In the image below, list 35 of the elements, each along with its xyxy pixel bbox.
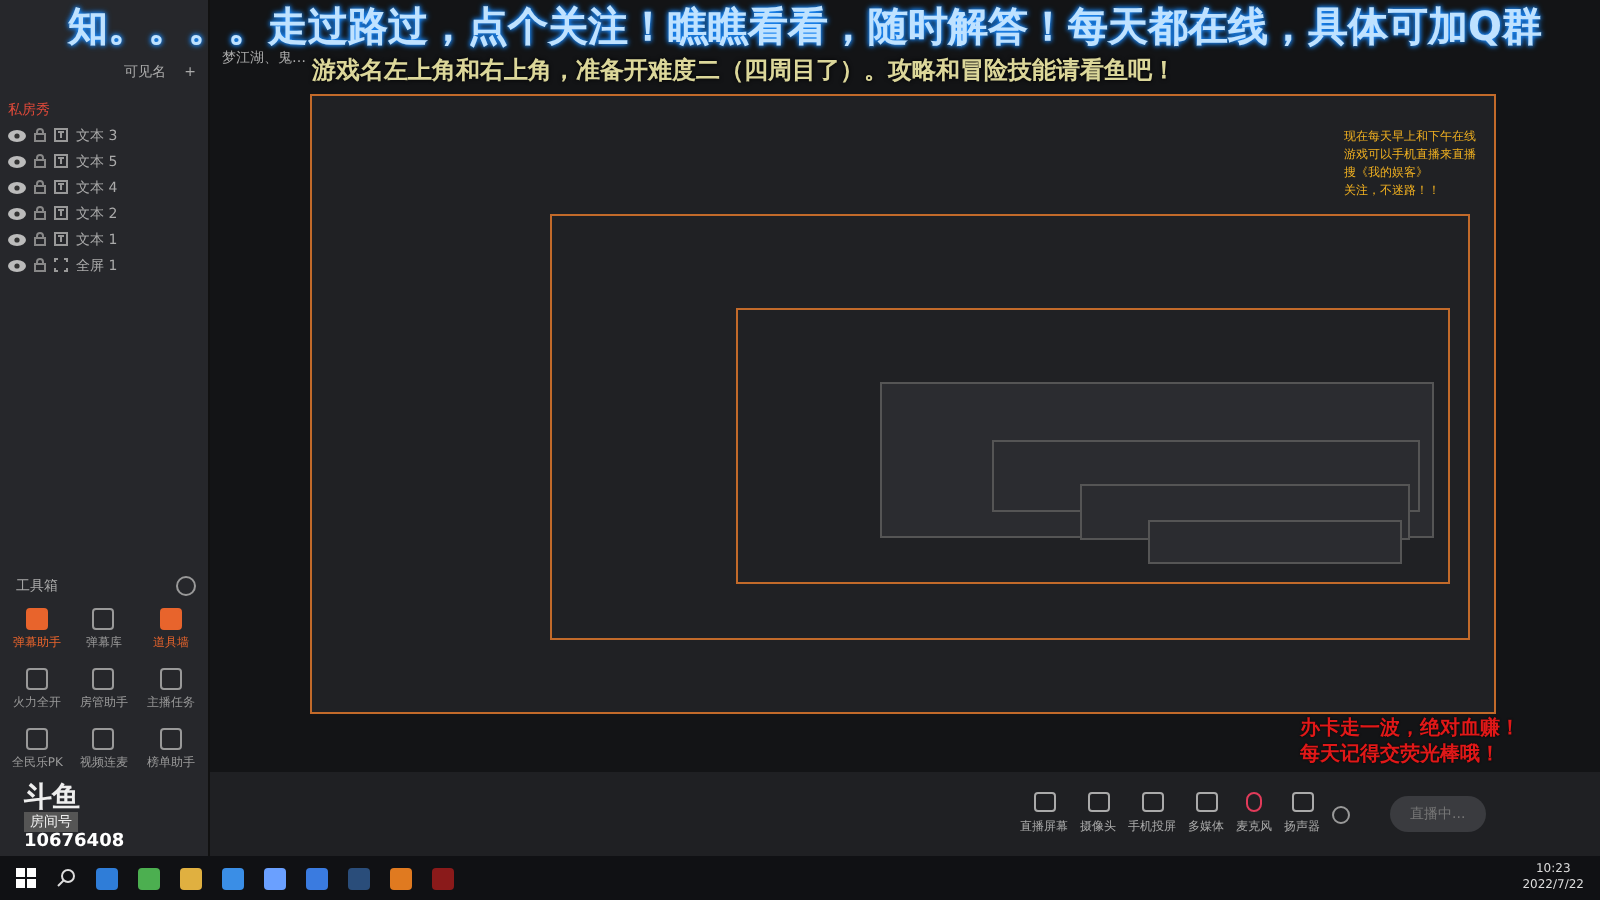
- windows-icon[interactable]: [16, 868, 36, 888]
- logo-text: 斗鱼: [24, 784, 80, 812]
- text-icon: [54, 232, 68, 246]
- banner-text: 游戏名左上角和右上角，准备开难度二（四周目了）。攻略和冒险技能请看鱼吧！: [312, 56, 1176, 86]
- lock-icon[interactable]: [34, 154, 46, 168]
- lock-icon[interactable]: [34, 180, 46, 194]
- eye-icon[interactable]: [8, 155, 26, 167]
- room-id: 10676408: [24, 832, 125, 852]
- eye-icon[interactable]: [8, 207, 26, 219]
- circle-icon[interactable]: [176, 576, 196, 596]
- lock-icon[interactable]: [34, 128, 46, 142]
- eye-icon[interactable]: [8, 129, 26, 141]
- eye-icon[interactable]: [8, 233, 26, 245]
- app-icon[interactable]: [222, 867, 244, 889]
- text-icon: [54, 180, 68, 194]
- eye-icon[interactable]: [8, 259, 26, 271]
- lock-icon[interactable]: [34, 206, 46, 220]
- app-icon[interactable]: [264, 867, 286, 889]
- promo-text: 每天记得交荧光棒哦！: [1300, 742, 1502, 768]
- frame-icon: [54, 258, 68, 272]
- banner-text: 知。。。。走过路过，点个关注！瞧瞧看看，随时解答！每天都在线，具体可加Q群: [68, 2, 1543, 50]
- app-icon[interactable]: [138, 867, 160, 889]
- promo-text: 办卡走一波，绝对血赚！: [1300, 716, 1520, 742]
- app-icon[interactable]: [390, 867, 412, 889]
- text-icon: [54, 128, 68, 142]
- app-icon[interactable]: [96, 867, 118, 889]
- lock-icon[interactable]: [34, 232, 46, 246]
- app-icon[interactable]: [180, 867, 202, 889]
- eye-icon[interactable]: [8, 181, 26, 193]
- text-icon: [54, 154, 68, 168]
- lock-icon[interactable]: [34, 258, 46, 272]
- settings-icon[interactable]: [1332, 805, 1350, 823]
- search-icon[interactable]: [56, 868, 76, 888]
- app-icon[interactable]: [306, 867, 328, 889]
- text-icon: [54, 206, 68, 220]
